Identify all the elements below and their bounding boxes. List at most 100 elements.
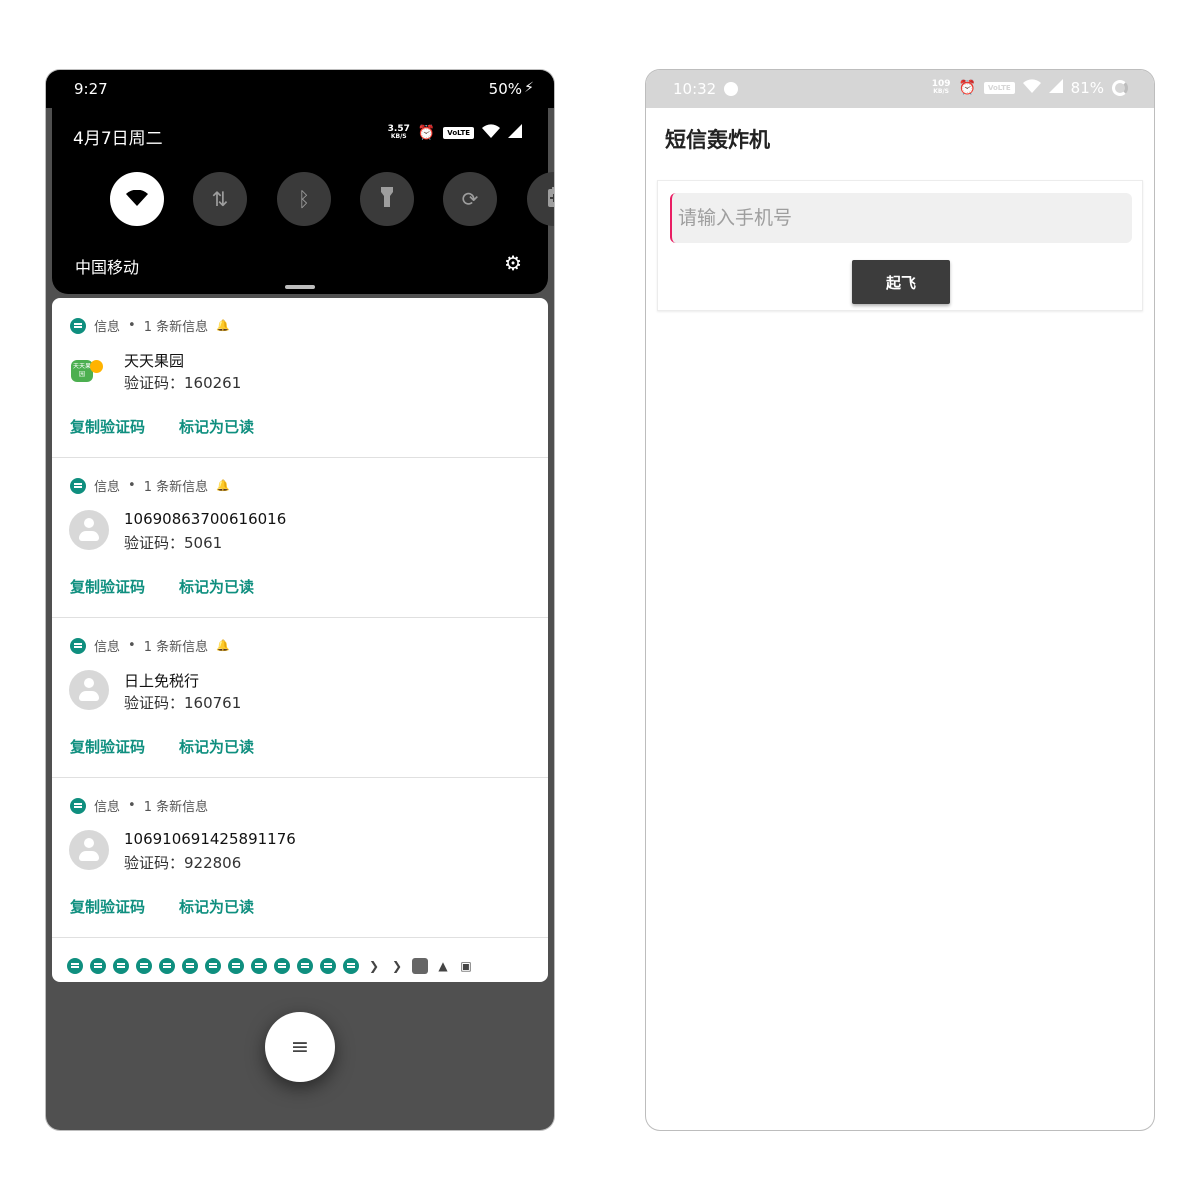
notification-summary: 1 条新信息 [143, 320, 209, 335]
volte-badge: VoLTE [983, 82, 1015, 94]
notification-item[interactable]: 信息 • 1 条新信息 🔔 10690863700616016 验证码：5061… [52, 458, 548, 618]
qs-drag-handle[interactable] [285, 285, 315, 289]
notification-body: 验证码：160261 [124, 374, 242, 392]
notification-header: 信息 • 1 条新信息 🔔 [70, 476, 230, 495]
messages-icon [251, 958, 267, 974]
messages-icon [205, 958, 221, 974]
messages-icon [90, 958, 106, 974]
copy-code-button[interactable]: 复制验证码 [70, 736, 145, 757]
phone-number-input[interactable] [670, 193, 1132, 243]
qs-date: 4月7日周二 [73, 129, 163, 149]
notification-app-name: 信息 [94, 480, 121, 495]
messages-app-icon [70, 637, 86, 654]
qs-tile-auto-rotate[interactable]: ⟳ [443, 172, 497, 226]
message-notification-icon [724, 82, 738, 96]
netspeed-unit: KB/S [390, 133, 407, 140]
mark-read-button[interactable]: 标记为已读 [179, 736, 254, 757]
mark-read-button[interactable]: 标记为已读 [179, 896, 254, 917]
form-card: 起飞 [657, 180, 1143, 311]
overflow-notification-icons[interactable]: ❯ ❯ ▲ ▣ [67, 958, 474, 974]
mobile-data-icon: ⇅ [211, 187, 229, 211]
messages-icon [228, 958, 244, 974]
tiantian-logo-badge [90, 360, 103, 373]
messages-app-icon [70, 477, 86, 494]
status-time: 10:32 [673, 80, 717, 98]
youku-icon: ❯ [368, 959, 380, 973]
clear-all-button[interactable]: ≡ [265, 1012, 335, 1082]
notification-app-name: 信息 [94, 800, 121, 815]
qs-tile-wifi[interactable] [110, 172, 164, 226]
mark-read-button[interactable]: 标记为已读 [179, 416, 254, 437]
app-title: 短信轰炸机 [665, 128, 770, 152]
status-bar: 10:32 109 KB/S ⏰ VoLTE 81% [646, 70, 1154, 108]
sms-bomber-app-screen: 10:32 109 KB/S ⏰ VoLTE 81% 短信轰炸机 起飞 [646, 70, 1154, 1130]
battery-percent: 50% [488, 80, 522, 98]
contact-avatar [69, 670, 109, 710]
copy-code-button[interactable]: 复制验证码 [70, 416, 145, 437]
netspeed-indicator: 109 KB/S [932, 80, 951, 96]
notification-list: 信息 • 1 条新信息 🔔 天天果园 天天果园 验证码：160261 复制验证码… [52, 298, 548, 982]
flashlight-icon [381, 186, 393, 212]
notification-body: 验证码：5061 [124, 534, 223, 552]
volte-badge: VoLTE [443, 127, 474, 139]
messages-icon [274, 958, 290, 974]
battery-percent: 81% [1070, 79, 1104, 97]
messages-icon [67, 958, 83, 974]
notification-item[interactable]: 信息 • 1 条新信息 🔔 日上免税行 验证码：160761 复制验证码 标记为… [52, 618, 548, 778]
battery-ring-icon [1112, 80, 1128, 96]
mark-read-button[interactable]: 标记为已读 [179, 576, 254, 597]
notification-header: 信息 • 1 条新信息 [70, 796, 208, 815]
separator-dot: • [128, 478, 136, 493]
notification-app-name: 信息 [94, 320, 121, 335]
alert-bell-icon: 🔔 [216, 479, 230, 492]
notification-sender: 日上免税行 [124, 672, 200, 690]
copy-code-button[interactable]: 复制验证码 [70, 896, 145, 917]
messages-icon [182, 958, 198, 974]
auto-rotate-icon: ⟳ [461, 187, 479, 211]
notification-app-name: 信息 [94, 640, 121, 655]
alarm-icon: ⏰ [958, 80, 976, 96]
wifi-status-icon [1022, 79, 1041, 97]
status-bar: 9:27 50% ⚡ [46, 70, 554, 108]
separator-dot: • [128, 318, 136, 333]
notification-sender: 天天果园 [124, 352, 185, 370]
settings-gear-icon[interactable]: ⚙ [504, 251, 522, 275]
messages-icon [159, 958, 175, 974]
notification-sender: 10690863700616016 [124, 510, 287, 528]
status-icons: 109 KB/S ⏰ VoLTE 81% [932, 79, 1128, 97]
qs-tile-mobile-data[interactable]: ⇅ [193, 172, 247, 226]
qs-tile-battery-saver[interactable] [527, 172, 554, 226]
messages-app-icon [70, 317, 86, 334]
takeoff-button[interactable]: 起飞 [852, 260, 950, 304]
messages-icon [113, 958, 129, 974]
alert-bell-icon: 🔔 [216, 639, 230, 652]
messages-app-icon [70, 797, 86, 814]
qq-penguin-icon: ▲ [438, 959, 448, 973]
separator-dot: • [128, 638, 136, 653]
netspeed-indicator: 3.57 KB/S [388, 125, 410, 141]
contact-avatar [69, 830, 109, 870]
messages-icon [136, 958, 152, 974]
messages-icon [320, 958, 336, 974]
qs-tile-flashlight[interactable] [360, 172, 414, 226]
notification-body: 验证码：922806 [124, 854, 242, 872]
qs-status-icons: 3.57 KB/S ⏰ VoLTE [388, 124, 522, 142]
messages-icon [297, 958, 313, 974]
notification-shade-screen: 9:27 50% ⚡ 4月7日周二 3.57 KB/S ⏰ VoLTE ⇅ ᛒ … [46, 70, 554, 1130]
youku-icon: ❯ [391, 959, 403, 973]
notification-item[interactable]: 信息 • 1 条新信息 🔔 天天果园 天天果园 验证码：160261 复制验证码… [52, 298, 548, 458]
notification-item[interactable]: 信息 • 1 条新信息 106910691425891176 验证码：92280… [52, 778, 548, 938]
alert-bell-icon: 🔔 [216, 319, 230, 332]
notification-sender: 106910691425891176 [124, 830, 296, 848]
qs-tile-bluetooth[interactable]: ᛒ [277, 172, 331, 226]
bolt-icon: ⚡ [524, 80, 534, 96]
notification-header: 信息 • 1 条新信息 🔔 [70, 316, 230, 335]
copy-code-button[interactable]: 复制验证码 [70, 576, 145, 597]
quick-settings-panel: 4月7日周二 3.57 KB/S ⏰ VoLTE ⇅ ᛒ ⟳ 中国移动 ⚙ [52, 108, 554, 294]
netspeed-unit: KB/S [933, 88, 949, 95]
app-square-icon [412, 958, 428, 974]
alarm-icon: ⏰ [417, 125, 436, 141]
notification-summary: 1 条新信息 [143, 640, 209, 655]
contact-avatar [69, 510, 109, 550]
notification-summary: 1 条新信息 [143, 800, 209, 815]
